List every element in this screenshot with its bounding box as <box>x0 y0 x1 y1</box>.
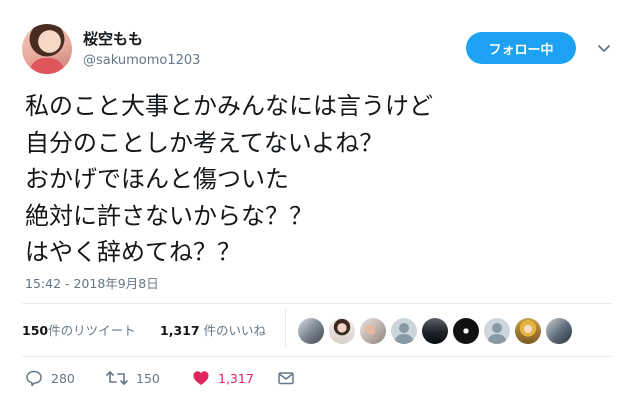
direct-message-button[interactable] <box>277 369 295 387</box>
reply-count: 280 <box>51 370 75 386</box>
tweet-line: 私のこと大事とかみんなには言うけど <box>25 92 433 120</box>
retweet-button[interactable]: 150 <box>106 369 160 387</box>
liker-avatar[interactable] <box>453 318 479 344</box>
liker-avatar[interactable] <box>329 318 355 344</box>
tweet-line: おかげでほんと傷ついた <box>25 165 289 193</box>
tweet-text: 私のこと大事とかみんなには言うけど 自分のことしか考えてないよね？ おかげでほん… <box>25 88 625 271</box>
chevron-down-icon[interactable] <box>596 40 612 56</box>
avatar[interactable] <box>22 24 72 74</box>
retweet-icon <box>106 369 128 387</box>
like-count: 1,317 <box>218 370 254 386</box>
default-avatar-icon[interactable] <box>484 318 510 344</box>
liker-avatar[interactable] <box>360 318 386 344</box>
liker-avatar[interactable] <box>515 318 541 344</box>
user-handle[interactable]: @sakumomo1203 <box>83 53 200 68</box>
liker-avatar[interactable] <box>298 318 324 344</box>
tweet-timestamp[interactable]: 15:42 - 2018年9月8日 <box>25 273 159 292</box>
reply-button[interactable]: 280 <box>25 369 75 387</box>
retweet-count: 150 <box>136 370 160 386</box>
divider <box>22 356 612 357</box>
default-avatar-icon[interactable] <box>391 318 417 344</box>
like-stat-label: 件のいいね <box>199 323 267 338</box>
retweet-stat[interactable]: 150件のリツイート <box>22 320 136 339</box>
envelope-icon <box>277 369 295 387</box>
reply-icon <box>25 369 43 387</box>
tweet-line: はやく辞めてね？？ <box>25 238 241 266</box>
display-name[interactable]: 桜空もも <box>83 28 143 49</box>
liker-avatar[interactable] <box>422 318 448 344</box>
liker-avatar[interactable] <box>546 318 572 344</box>
stats-separator <box>285 309 286 347</box>
divider <box>22 303 612 304</box>
following-button[interactable]: フォロー中 <box>466 32 576 64</box>
like-stat-count: 1,317 <box>160 323 200 338</box>
avatar-photo-detail <box>30 58 64 74</box>
tweet-line: 自分のことしか考えてないよね？ <box>25 128 384 157</box>
tweet-line: 絶対に許さないからな？？ <box>25 201 313 230</box>
like-button[interactable]: 1,317 <box>192 369 254 387</box>
retweet-stat-count: 150 <box>22 323 49 338</box>
like-stat[interactable]: 1,317 件のいいね <box>160 320 266 339</box>
retweet-stat-label: 件のリツイート <box>48 323 136 338</box>
heart-icon <box>192 369 210 387</box>
following-button-label: フォロー中 <box>488 42 554 58</box>
